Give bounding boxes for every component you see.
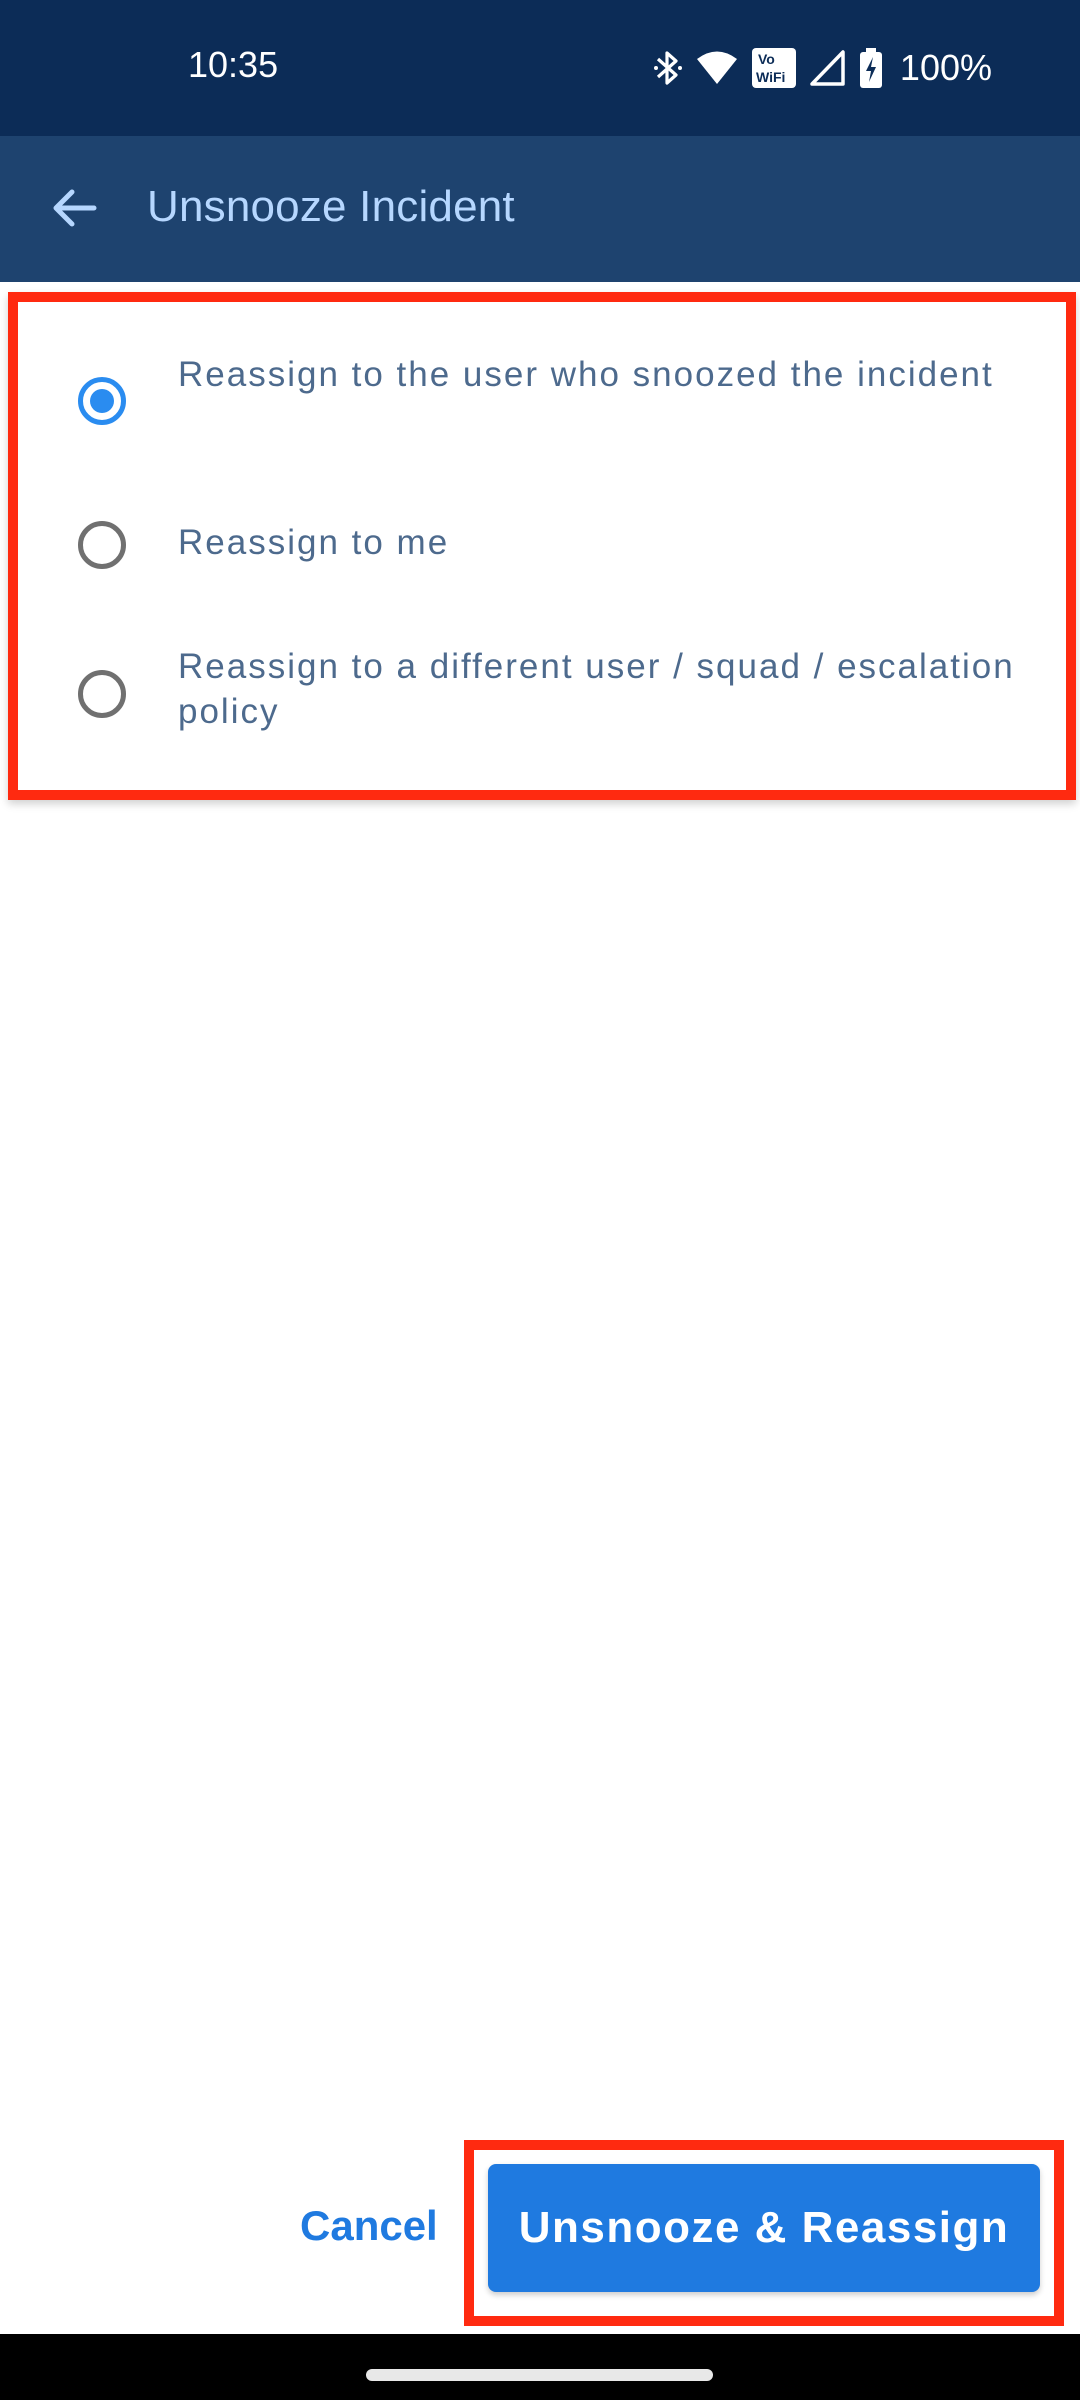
home-handle[interactable] xyxy=(366,2369,713,2381)
radio-button[interactable] xyxy=(78,521,126,569)
primary-action-highlight: Unsnooze & Reassign xyxy=(464,2140,1064,2326)
page-title: Unsnooze Incident xyxy=(147,182,515,231)
battery-charging-icon xyxy=(859,48,882,88)
status-time: 10:35 xyxy=(188,44,279,85)
option-label: Reassign to me xyxy=(178,523,450,562)
app-bar: Unsnooze Incident xyxy=(0,136,1080,282)
option-reassign-me[interactable]: Reassign to me xyxy=(18,502,1066,582)
signal-icon xyxy=(810,50,846,86)
vowifi-icon: Vo WiFi xyxy=(751,48,796,88)
unsnooze-reassign-button[interactable]: Unsnooze & Reassign xyxy=(488,2164,1040,2292)
reassign-options-group: Reassign to the user who snoozed the inc… xyxy=(8,292,1076,800)
radio-button-selected[interactable] xyxy=(78,377,126,425)
battery-percentage: 100% xyxy=(899,47,992,88)
status-bar: 10:35 Vo WiFi 100% xyxy=(0,0,1080,136)
option-reassign-snoozer[interactable]: Reassign to the user who snoozed the inc… xyxy=(18,344,1066,454)
navigation-bar xyxy=(0,2334,1080,2400)
bluetooth-icon xyxy=(653,48,682,88)
arrow-back-icon[interactable] xyxy=(48,182,100,234)
radio-button[interactable] xyxy=(78,670,126,718)
cancel-button[interactable]: Cancel xyxy=(300,2202,438,2250)
status-icons: Vo WiFi 100% xyxy=(653,44,992,92)
svg-text:WiFi: WiFi xyxy=(756,69,785,85)
wifi-icon xyxy=(696,50,738,86)
option-reassign-different[interactable]: Reassign to a different user / squad / e… xyxy=(18,634,1066,744)
option-label: Reassign to a different user / squad / e… xyxy=(178,647,1015,731)
svg-text:Vo: Vo xyxy=(758,51,775,67)
option-label: Reassign to the user who snoozed the inc… xyxy=(178,355,994,394)
